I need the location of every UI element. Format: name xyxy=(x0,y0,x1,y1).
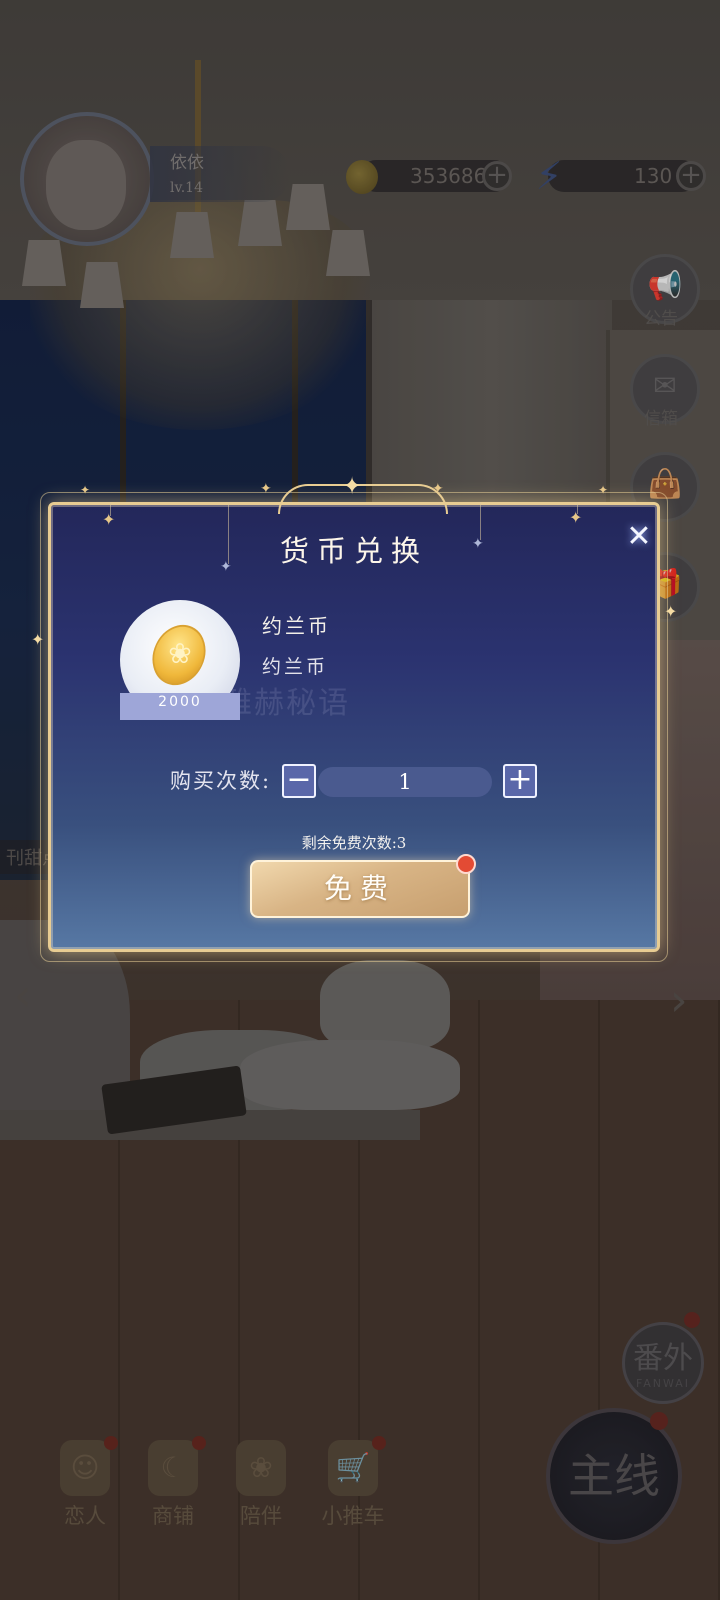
quantity-field[interactable]: 1 xyxy=(318,767,492,797)
dialog-title: 货币兑换 xyxy=(279,534,428,568)
star-icon: ✦ xyxy=(342,472,363,500)
plus-button[interactable]: + xyxy=(503,764,537,798)
star-icon: ✦ xyxy=(598,483,609,497)
star-icon: ✦ xyxy=(102,510,116,529)
star-icon: ✦ xyxy=(260,481,272,497)
notification-dot xyxy=(456,854,476,874)
star-icon: ✦ xyxy=(31,630,45,649)
close-icon[interactable]: ✕ xyxy=(624,522,654,552)
remaining-free-count: 剩余免费次数:3 xyxy=(301,834,407,852)
coin-amount: 2000 xyxy=(158,694,202,710)
star-icon: ✦ xyxy=(569,508,583,527)
free-button[interactable]: 免费 xyxy=(250,860,470,918)
purchase-count-label: 购买次数: xyxy=(170,769,272,793)
item-description: 约兰币 xyxy=(262,656,329,678)
dialog-crest xyxy=(278,484,448,514)
star-icon: ✦ xyxy=(432,481,444,497)
star-icon: ✦ xyxy=(664,602,678,621)
item-name: 约兰币 xyxy=(262,614,331,638)
minus-button[interactable]: − xyxy=(282,764,316,798)
flower-emblem-icon: ❀ xyxy=(168,637,192,670)
watermark: 雅赫秘语 xyxy=(222,686,350,721)
star-icon: ✦ xyxy=(80,483,91,497)
